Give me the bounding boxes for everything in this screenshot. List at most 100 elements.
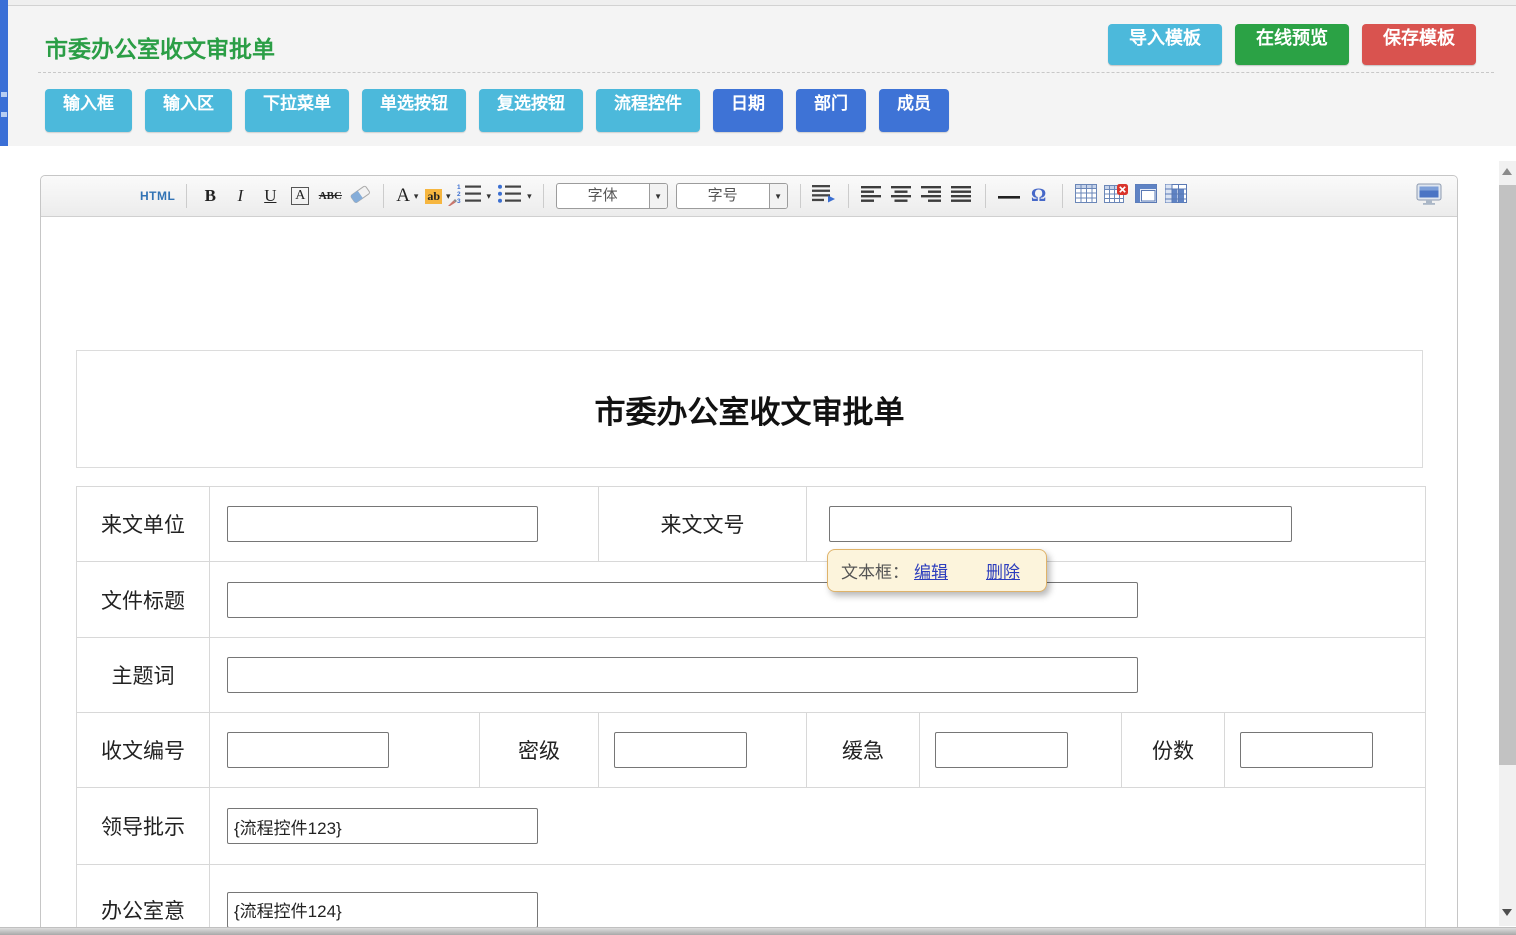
office-opinion-input[interactable] [227,892,538,928]
source-unit-input[interactable] [227,506,538,542]
font-frame-button[interactable]: A [288,183,312,209]
fullscreen-button[interactable] [1416,183,1442,209]
insert-table-button[interactable] [1074,183,1098,209]
header-divider [38,72,1494,73]
save-template-button[interactable]: 保存模板 [1362,24,1476,65]
omega-icon: Ω [1031,185,1046,207]
remove-format-button[interactable] [348,183,372,209]
secrecy-cell [599,713,807,788]
toolbar-separator [848,184,849,208]
align-right-button[interactable] [920,183,944,209]
vertical-scrollbar[interactable] [1499,161,1516,926]
insert-dropdown-button[interactable]: 下拉菜单 [245,89,349,132]
ordered-list-icon: 123 [457,183,483,209]
table-row: 来文单位 来文文号 [77,487,1426,562]
copies-input[interactable] [1240,732,1373,768]
scroll-up-arrow-icon[interactable] [1502,168,1512,175]
toolbar-separator [186,184,187,208]
indent-button[interactable] [812,183,837,209]
align-justify-button[interactable] [950,183,974,209]
page-title: 市委办公室收文审批单 [45,30,275,64]
urgency-cell [920,713,1122,788]
tooltip-type-label: 文本框： [841,558,909,583]
header-panel: 市委办公室收文审批单 导入模板 在线预览 保存模板 输入框 输入区 下拉菜单 单… [8,6,1516,146]
online-preview-button[interactable]: 在线预览 [1235,24,1349,65]
html-source-button[interactable]: HTML [140,183,175,209]
delete-link[interactable]: 删除 [986,558,1020,583]
keywords-label: 主题词 [77,638,210,713]
insert-textarea-button[interactable]: 输入区 [145,89,232,132]
insert-department-button[interactable]: 部门 [796,89,866,132]
edit-link[interactable]: 编辑 [914,558,948,583]
highlight-button[interactable]: ab [425,183,450,209]
ordered-list-button[interactable]: 123 [457,183,492,209]
leader-comment-input[interactable] [227,808,538,844]
strip-icon-fragment [1,112,7,117]
insert-input-box-button[interactable]: 输入框 [45,89,132,132]
header-actions: 导入模板 在线预览 保存模板 [1108,24,1476,65]
chevron-down-icon: ▼ [649,184,667,208]
italic-button[interactable]: I [228,183,252,209]
eraser-icon [348,184,372,209]
receipt-number-label: 收文编号 [77,713,210,788]
bold-button[interactable]: B [198,183,222,209]
table-row: 办公室意 [77,865,1426,935]
toolbar-separator [800,184,801,208]
align-left-button[interactable] [860,183,884,209]
toolbar-separator [985,184,986,208]
horizontal-rule-button[interactable] [997,183,1021,209]
underline-icon: U [264,186,276,206]
strikethrough-button[interactable]: ABC [318,183,342,209]
doc-number-label: 来文文号 [599,487,807,562]
insert-radio-button[interactable]: 单选按钮 [362,89,466,132]
indent-icon [812,184,837,208]
align-center-icon [891,185,912,208]
copies-cell [1225,713,1426,788]
insert-member-button[interactable]: 成员 [879,89,949,132]
editor-document[interactable]: 市委办公室收文审批单 来文单位 来文文号 文件标题 [41,217,1457,935]
table-properties-button[interactable] [1134,183,1158,209]
insert-date-button[interactable]: 日期 [713,89,783,132]
font-family-select[interactable]: 字体 ▼ [556,183,668,209]
receipt-number-input[interactable] [227,732,389,768]
horizontal-rule-icon [998,187,1020,205]
keywords-input[interactable] [227,657,1138,693]
strip-icon-fragment [1,92,7,97]
copies-label: 份数 [1122,713,1225,788]
insert-flow-control-button[interactable]: 流程控件 [596,89,700,132]
svg-text:3: 3 [457,198,461,204]
background-window-strip [0,0,8,146]
align-left-icon [861,185,882,208]
font-color-button[interactable]: A [395,183,419,209]
import-template-button[interactable]: 导入模板 [1108,24,1222,65]
form-title: 市委办公室收文审批单 [595,387,905,432]
insert-checkbox-button[interactable]: 复选按钮 [479,89,583,132]
special-char-button[interactable]: Ω [1027,183,1051,209]
unordered-list-button[interactable] [497,183,532,209]
delete-table-button[interactable] [1104,183,1128,209]
html-source-icon: HTML [140,189,175,203]
align-center-button[interactable] [890,183,914,209]
monitor-icon [1416,183,1442,210]
unordered-list-icon [497,183,523,209]
urgency-input[interactable] [935,732,1068,768]
cell-properties-button[interactable] [1164,183,1188,209]
scroll-down-arrow-icon[interactable] [1502,909,1512,916]
scrollbar-thumb[interactable] [1499,185,1516,765]
table-row: 领导批示 [77,788,1426,865]
underline-button[interactable]: U [258,183,282,209]
office-opinion-cell [210,865,1426,935]
form-title-box: 市委办公室收文审批单 [76,350,1423,468]
toolbar-separator [1062,184,1063,208]
form-table: 来文单位 来文文号 文件标题 主题词 [76,486,1426,935]
font-family-value: 字体 [557,184,649,208]
doc-number-input[interactable] [829,506,1292,542]
secrecy-input[interactable] [614,732,747,768]
window-bottom-edge [0,927,1516,935]
table-row: 主题词 [77,638,1426,713]
component-buttons-row: 输入框 输入区 下拉菜单 单选按钮 复选按钮 流程控件 日期 部门 成员 [45,89,949,132]
svg-text:2: 2 [457,191,461,198]
table-properties-icon [1135,184,1157,208]
leader-comment-label: 领导批示 [77,788,210,865]
font-size-select[interactable]: 字号 ▼ [676,183,788,209]
